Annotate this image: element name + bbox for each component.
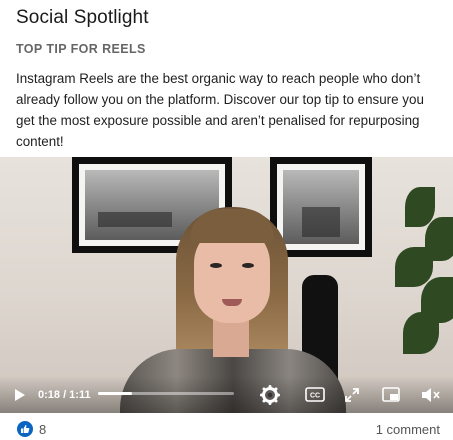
post-heading: TOP TIP FOR REELS	[16, 42, 146, 56]
expand-icon[interactable]	[341, 376, 363, 413]
svg-text:CC: CC	[310, 393, 320, 400]
reaction-count[interactable]: 8	[39, 422, 46, 437]
video-time: 0:18 / 1:11	[38, 388, 91, 401]
plant	[385, 177, 453, 367]
play-icon[interactable]	[10, 376, 30, 413]
volume-muted-icon[interactable]	[418, 376, 444, 413]
post-body: Instagram Reels are the best organic way…	[16, 71, 424, 149]
progress-fill	[98, 392, 132, 395]
video-controls: 0:18 / 1:11 CC	[0, 376, 453, 413]
picture-in-picture-icon[interactable]	[380, 376, 402, 413]
gear-icon[interactable]	[258, 376, 282, 413]
progress-bar[interactable]	[98, 392, 234, 395]
video-player[interactable]	[0, 157, 453, 413]
post-footer: 8 1 comment	[0, 413, 453, 440]
page-name[interactable]: Social Spotlight	[16, 7, 149, 29]
cc-icon[interactable]: CC	[303, 376, 327, 413]
post-card: Social Spotlight TOP TIP FOR REELS Insta…	[0, 0, 453, 440]
thumbs-up-icon	[17, 421, 33, 437]
comments-link[interactable]: 1 comment	[376, 422, 440, 437]
